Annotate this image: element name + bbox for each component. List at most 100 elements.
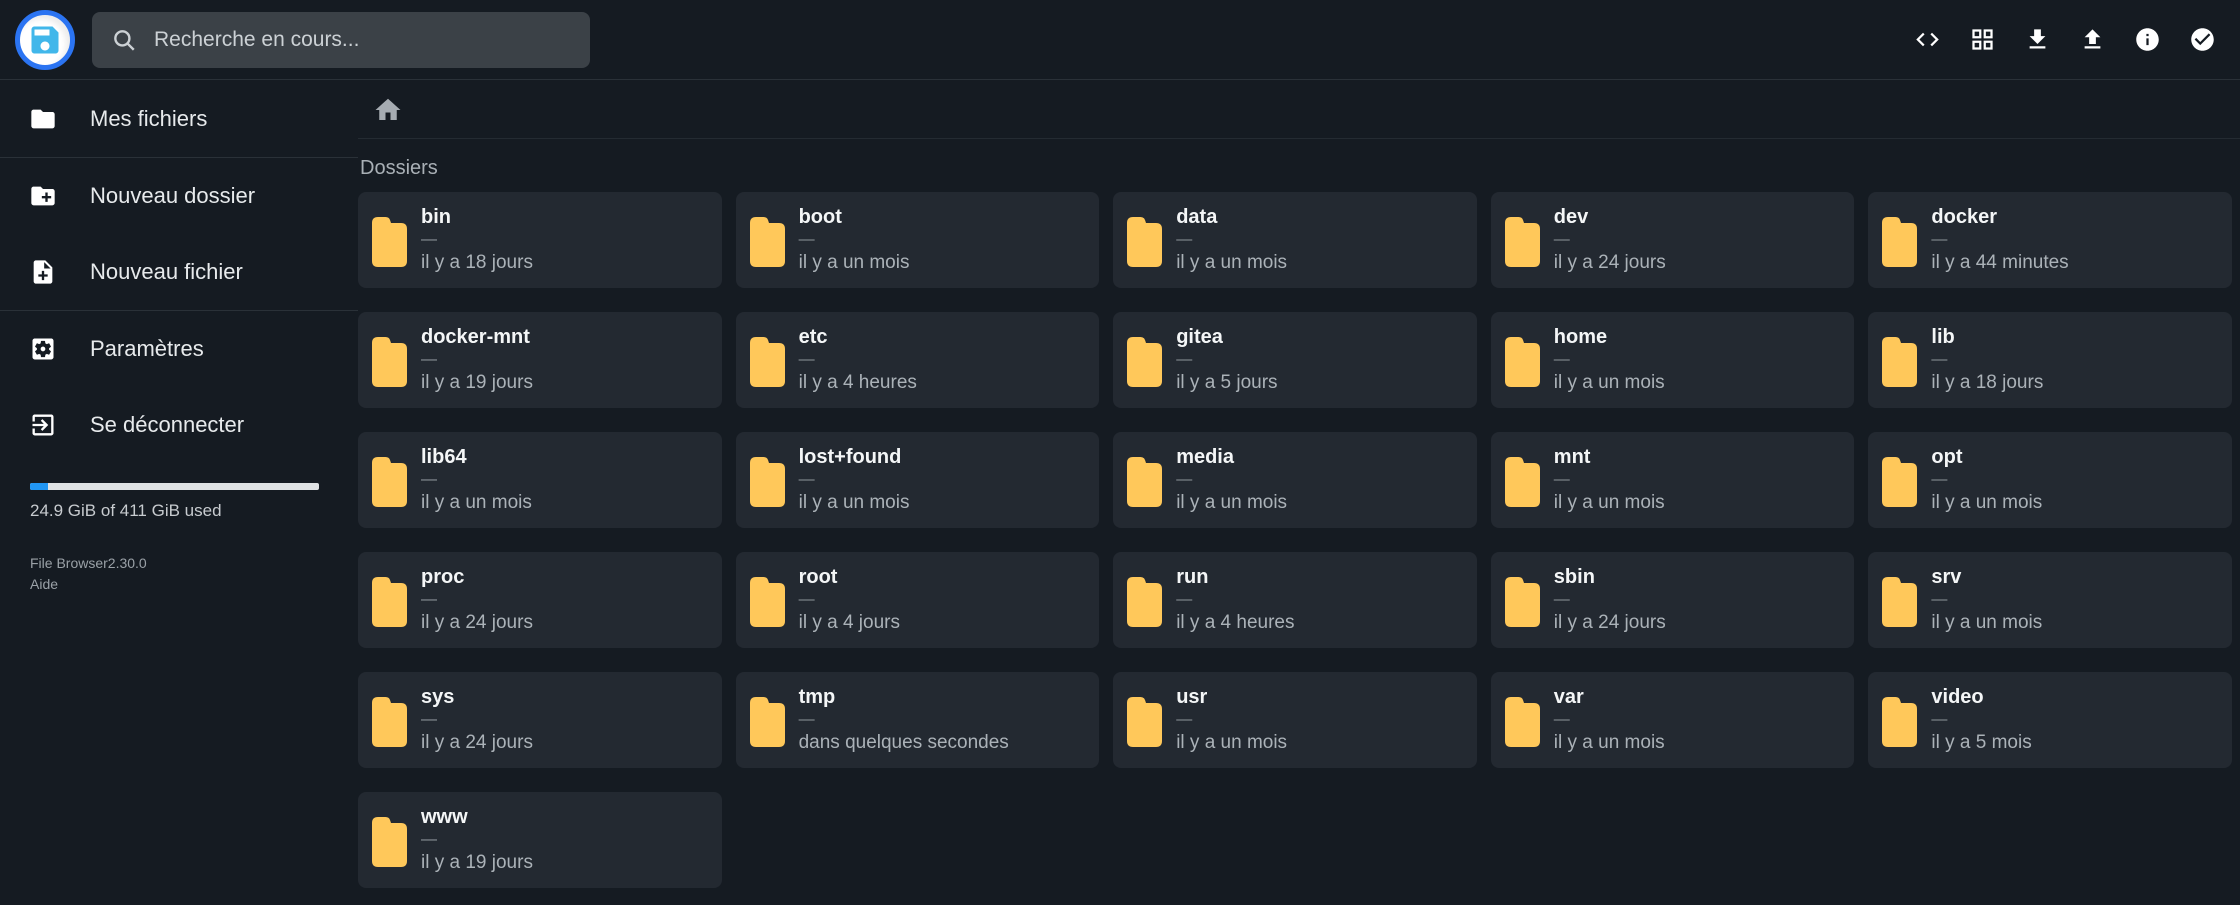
folder-card[interactable]: etc — il y a 4 heures <box>736 312 1100 408</box>
folder-card[interactable]: proc — il y a 24 jours <box>358 552 722 648</box>
folder-size-placeholder: — <box>1554 710 1665 731</box>
folder-card[interactable]: dev — il y a 24 jours <box>1491 192 1855 288</box>
folder-name: docker-mnt <box>421 325 533 350</box>
folder-card-text: opt — il y a un mois <box>1931 445 2042 515</box>
folder-size-placeholder: — <box>1176 350 1277 371</box>
folder-size-placeholder: — <box>1554 230 1666 251</box>
folder-card[interactable]: run — il y a 4 heures <box>1113 552 1477 648</box>
folder-card[interactable]: media — il y a un mois <box>1113 432 1477 528</box>
sidebar-item-my-files[interactable]: Mes fichiers <box>0 81 358 157</box>
folder-card[interactable]: docker — il y a 44 minutes <box>1868 192 2232 288</box>
folder-card[interactable]: lib — il y a 18 jours <box>1868 312 2232 408</box>
folder-icon <box>1124 213 1162 267</box>
folder-card[interactable]: opt — il y a un mois <box>1868 432 2232 528</box>
folder-card-text: tmp — dans quelques secondes <box>799 685 1009 755</box>
folder-size-placeholder: — <box>799 230 910 251</box>
folder-card-text: etc — il y a 4 heures <box>799 325 917 395</box>
sidebar-item-settings[interactable]: Paramètres <box>0 311 358 387</box>
folder-size-placeholder: — <box>799 590 900 611</box>
folder-modified: il y a 18 jours <box>1931 371 2043 396</box>
folder-card-text: root — il y a 4 jours <box>799 565 900 635</box>
folder-modified: il y a un mois <box>1931 611 2042 636</box>
folder-card[interactable]: srv — il y a un mois <box>1868 552 2232 648</box>
folder-card-text: dev — il y a 24 jours <box>1554 205 1666 275</box>
file-listing: Dossiers bin — il y a 18 jours boot — il… <box>358 81 2240 905</box>
upload-button[interactable] <box>2065 12 2120 67</box>
folder-card[interactable]: sys — il y a 24 jours <box>358 672 722 768</box>
breadcrumb-home-button[interactable] <box>373 95 403 125</box>
sidebar-item-new-folder[interactable]: Nouveau dossier <box>0 158 358 234</box>
version-label[interactable]: 2.30.0 <box>108 555 147 571</box>
folder-card[interactable]: lost+found — il y a un mois <box>736 432 1100 528</box>
help-link[interactable]: Aide <box>30 574 58 595</box>
folder-card[interactable]: boot — il y a un mois <box>736 192 1100 288</box>
folder-size-placeholder: — <box>1931 710 2031 731</box>
folder-name: bin <box>421 205 533 230</box>
folder-icon <box>1502 213 1540 267</box>
folder-card[interactable]: bin — il y a 18 jours <box>358 192 722 288</box>
folder-size-placeholder: — <box>799 470 910 491</box>
folder-size-placeholder: — <box>1931 470 2042 491</box>
folder-card-text: srv — il y a un mois <box>1931 565 2042 635</box>
folder-card[interactable]: var — il y a un mois <box>1491 672 1855 768</box>
folder-modified: il y a un mois <box>1554 491 1665 516</box>
raw-view-button[interactable] <box>1900 12 1955 67</box>
disk-usage-fill <box>30 483 48 490</box>
folder-name: home <box>1554 325 1665 350</box>
folder-card[interactable]: root — il y a 4 jours <box>736 552 1100 648</box>
folder-modified: il y a un mois <box>1931 491 2042 516</box>
folder-modified: il y a 19 jours <box>421 371 533 396</box>
folder-icon <box>29 105 57 133</box>
sidebar-item-label: Paramètres <box>90 336 204 362</box>
folder-card-text: lib64 — il y a un mois <box>421 445 532 515</box>
folder-modified: il y a 5 jours <box>1176 371 1277 396</box>
check-circle-icon <box>2189 26 2216 53</box>
folder-card[interactable]: mnt — il y a un mois <box>1491 432 1855 528</box>
folder-modified: il y a un mois <box>1554 731 1665 756</box>
folder-card[interactable]: usr — il y a un mois <box>1113 672 1477 768</box>
folder-card[interactable]: gitea — il y a 5 jours <box>1113 312 1477 408</box>
folder-icon <box>369 333 407 387</box>
folder-grid: bin — il y a 18 jours boot — il y a un m… <box>358 192 2232 888</box>
switch-view-button[interactable] <box>1955 12 2010 67</box>
folder-card[interactable]: data — il y a un mois <box>1113 192 1477 288</box>
folder-modified: il y a 44 minutes <box>1931 251 2068 276</box>
sidebar-item-new-file[interactable]: Nouveau fichier <box>0 234 358 310</box>
folder-name: docker <box>1931 205 2068 230</box>
folder-size-placeholder: — <box>799 350 917 371</box>
folder-icon <box>1124 453 1162 507</box>
folder-card-text: sbin — il y a 24 jours <box>1554 565 1666 635</box>
folder-icon <box>369 213 407 267</box>
info-button[interactable] <box>2120 12 2175 67</box>
folder-name: srv <box>1931 565 2042 590</box>
folder-size-placeholder: — <box>799 710 1009 731</box>
download-button[interactable] <box>2010 12 2065 67</box>
folder-card-text: media — il y a un mois <box>1176 445 1287 515</box>
upload-icon <box>2079 26 2106 53</box>
folder-card[interactable]: www — il y a 19 jours <box>358 792 722 888</box>
select-multiple-button[interactable] <box>2175 12 2230 67</box>
folder-card[interactable]: video — il y a 5 mois <box>1868 672 2232 768</box>
folder-card[interactable]: docker-mnt — il y a 19 jours <box>358 312 722 408</box>
settings-icon <box>29 335 57 363</box>
folder-size-placeholder: — <box>1931 590 2042 611</box>
folder-card[interactable]: home — il y a un mois <box>1491 312 1855 408</box>
folder-card[interactable]: tmp — dans quelques secondes <box>736 672 1100 768</box>
folder-card[interactable]: lib64 — il y a un mois <box>358 432 722 528</box>
folder-name: root <box>799 565 900 590</box>
search-bar[interactable]: Recherche en cours... <box>92 12 590 68</box>
sidebar-item-label: Nouveau fichier <box>90 259 243 285</box>
sidebar-item-logout[interactable]: Se déconnecter <box>0 387 358 463</box>
folder-name: mnt <box>1554 445 1665 470</box>
folder-icon <box>1879 693 1917 747</box>
folder-modified: il y a un mois <box>421 491 532 516</box>
folder-modified: il y a 4 jours <box>799 611 900 636</box>
folder-card-text: bin — il y a 18 jours <box>421 205 533 275</box>
folder-icon <box>369 573 407 627</box>
disk-usage-label: 24.9 GiB of 411 GiB used <box>30 501 319 521</box>
folder-size-placeholder: — <box>1931 350 2043 371</box>
folder-name: www <box>421 805 533 830</box>
folder-card-text: home — il y a un mois <box>1554 325 1665 395</box>
folder-card[interactable]: sbin — il y a 24 jours <box>1491 552 1855 648</box>
folder-name: lib64 <box>421 445 532 470</box>
